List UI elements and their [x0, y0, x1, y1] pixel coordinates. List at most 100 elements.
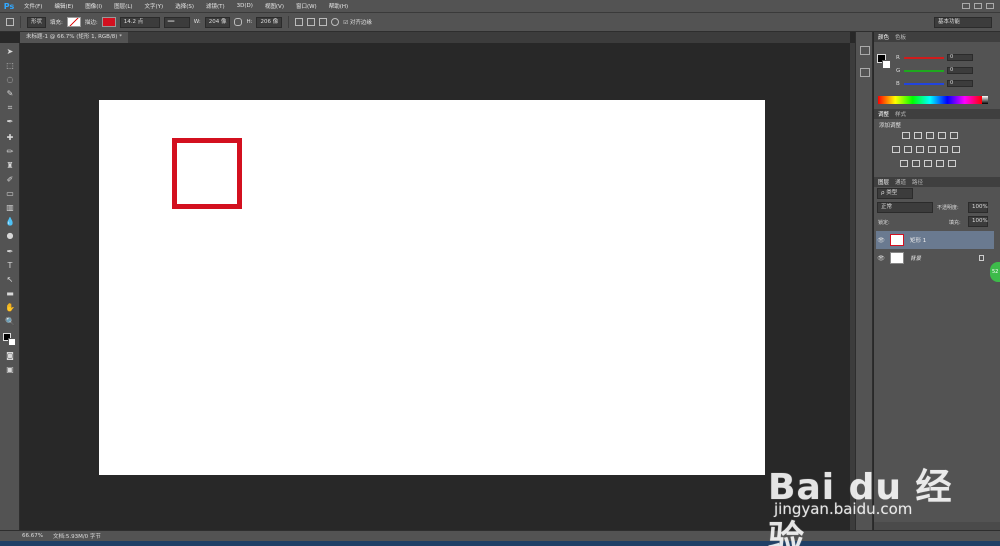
stroke-width-input[interactable]: 14.2 点: [119, 16, 160, 28]
layer-row[interactable]: 👁 矩形 1: [876, 231, 994, 249]
pen-tool-icon[interactable]: ✒: [4, 247, 16, 257]
fill-input[interactable]: 100%: [968, 216, 988, 227]
gear-icon[interactable]: [331, 18, 340, 26]
path-arrangement-icon[interactable]: [319, 18, 328, 26]
document-tab[interactable]: 未标题-1 @ 66.7% (矩形 1, RGB/8) *: [20, 32, 128, 43]
zoom-tool-icon[interactable]: 🔍: [4, 317, 16, 327]
quick-select-tool-icon[interactable]: ✎: [4, 89, 16, 99]
photo-filter-icon[interactable]: [928, 146, 936, 153]
eye-icon[interactable]: 👁: [876, 255, 886, 262]
layer-row[interactable]: 👁 背景: [876, 249, 994, 267]
quick-mask-icon[interactable]: ◙: [4, 351, 16, 361]
maximize-icon[interactable]: [974, 3, 982, 9]
eyedropper-tool-icon[interactable]: ✒: [4, 117, 16, 127]
red-slider[interactable]: [904, 56, 944, 59]
menu-select[interactable]: 选择(S): [169, 2, 200, 10]
link-icon[interactable]: [234, 18, 243, 26]
background-color-swatch[interactable]: [8, 338, 16, 346]
exposure-icon[interactable]: [938, 132, 946, 139]
hue-saturation-icon[interactable]: [892, 146, 900, 153]
invert-icon[interactable]: [900, 160, 908, 167]
tab-layers[interactable]: 图层: [878, 178, 889, 186]
tab-adjustments[interactable]: 调整: [878, 110, 889, 118]
path-alignment-icon[interactable]: [307, 18, 316, 26]
tab-swatches[interactable]: 色板: [895, 33, 906, 41]
vibrance-icon[interactable]: [950, 132, 958, 139]
menu-layer[interactable]: 图层(L): [108, 2, 138, 10]
screen-mode-icon[interactable]: ▣: [4, 365, 16, 375]
posterize-icon[interactable]: [912, 160, 920, 167]
properties-panel-icon[interactable]: [860, 68, 870, 77]
document-info[interactable]: 文档:5.93M/0 字节: [53, 532, 101, 540]
menu-window[interactable]: 窗口(W): [290, 2, 323, 10]
tab-channels[interactable]: 通道: [895, 178, 906, 186]
shape-mode-select[interactable]: 形状: [27, 16, 47, 28]
crop-tool-icon[interactable]: ⌗: [4, 103, 16, 113]
tab-paths[interactable]: 路径: [912, 178, 923, 186]
path-operations-icon[interactable]: [295, 18, 304, 26]
layer-kind-filter[interactable]: ρ 类型: [877, 188, 913, 199]
menu-help[interactable]: 帮助(H): [323, 2, 354, 10]
clone-stamp-tool-icon[interactable]: ♜: [4, 161, 16, 171]
tab-color[interactable]: 颜色: [878, 33, 889, 41]
eye-icon[interactable]: 👁: [876, 237, 886, 244]
notification-badge[interactable]: 52: [990, 262, 1000, 282]
color-balance-icon[interactable]: [904, 146, 912, 153]
menu-view[interactable]: 视图(V): [259, 2, 290, 10]
blend-mode-select[interactable]: 正常: [877, 202, 933, 213]
gradient-map-icon[interactable]: [936, 160, 944, 167]
fill-swatch[interactable]: [66, 17, 81, 27]
threshold-icon[interactable]: [924, 160, 932, 167]
stroke-type-select[interactable]: ━━: [163, 16, 190, 28]
menu-image[interactable]: 图像(I): [79, 2, 108, 10]
minimize-icon[interactable]: [962, 3, 970, 9]
rectangle-tool-icon[interactable]: ▬: [4, 289, 16, 299]
menu-type[interactable]: 文字(Y): [139, 2, 170, 10]
green-value-input[interactable]: 0: [947, 67, 973, 74]
blue-slider[interactable]: [904, 82, 944, 85]
path-select-tool-icon[interactable]: ↖: [4, 275, 16, 285]
color-lookup-icon[interactable]: [952, 146, 960, 153]
healing-brush-tool-icon[interactable]: ✚: [4, 133, 16, 143]
brightness-icon[interactable]: [902, 132, 910, 139]
levels-icon[interactable]: [914, 132, 922, 139]
document-canvas[interactable]: [99, 100, 765, 475]
align-edges-checkbox[interactable]: ☑ 对齐边缘: [343, 18, 372, 26]
width-input[interactable]: 204 像: [204, 16, 231, 28]
red-value-input[interactable]: 0: [947, 54, 973, 61]
zoom-level[interactable]: 66.67%: [22, 533, 43, 539]
selective-color-icon[interactable]: [948, 160, 956, 167]
close-icon[interactable]: [986, 3, 994, 9]
marquee-tool-icon[interactable]: ⬚: [4, 61, 16, 71]
gradient-tool-icon[interactable]: ▥: [4, 203, 16, 213]
blue-value-input[interactable]: 0: [947, 80, 973, 87]
blur-tool-icon[interactable]: 💧: [4, 217, 16, 227]
curves-icon[interactable]: [926, 132, 934, 139]
stroke-swatch[interactable]: [101, 17, 116, 27]
tool-preset-icon[interactable]: [6, 18, 14, 26]
black-white-icon[interactable]: [916, 146, 924, 153]
tab-styles[interactable]: 样式: [895, 110, 906, 118]
grayscale-ramp[interactable]: [982, 96, 988, 104]
brush-tool-icon[interactable]: ✏: [4, 147, 16, 157]
menu-edit[interactable]: 编辑(E): [48, 2, 79, 10]
eraser-tool-icon[interactable]: ▭: [4, 189, 16, 199]
height-input[interactable]: 206 像: [256, 16, 283, 28]
workspace-select[interactable]: 基本功能: [934, 16, 992, 28]
opacity-input[interactable]: 100%: [968, 202, 988, 213]
history-panel-icon[interactable]: [860, 46, 870, 55]
channel-mixer-icon[interactable]: [940, 146, 948, 153]
lasso-tool-icon[interactable]: ◌: [4, 75, 16, 85]
menu-filter[interactable]: 滤镜(T): [200, 2, 231, 10]
move-tool-icon[interactable]: ➤: [4, 47, 16, 57]
color-panel-background[interactable]: [882, 60, 891, 69]
menu-file[interactable]: 文件(F): [18, 2, 48, 10]
rectangle-shape[interactable]: [172, 138, 242, 209]
dodge-tool-icon[interactable]: ●: [4, 231, 16, 241]
green-slider[interactable]: [904, 69, 944, 72]
color-spectrum-ramp[interactable]: [878, 96, 982, 104]
hand-tool-icon[interactable]: ✋: [4, 303, 16, 313]
menu-3d[interactable]: 3D(D): [231, 3, 259, 9]
history-brush-tool-icon[interactable]: ✐: [4, 175, 16, 185]
type-tool-icon[interactable]: T: [4, 261, 16, 271]
